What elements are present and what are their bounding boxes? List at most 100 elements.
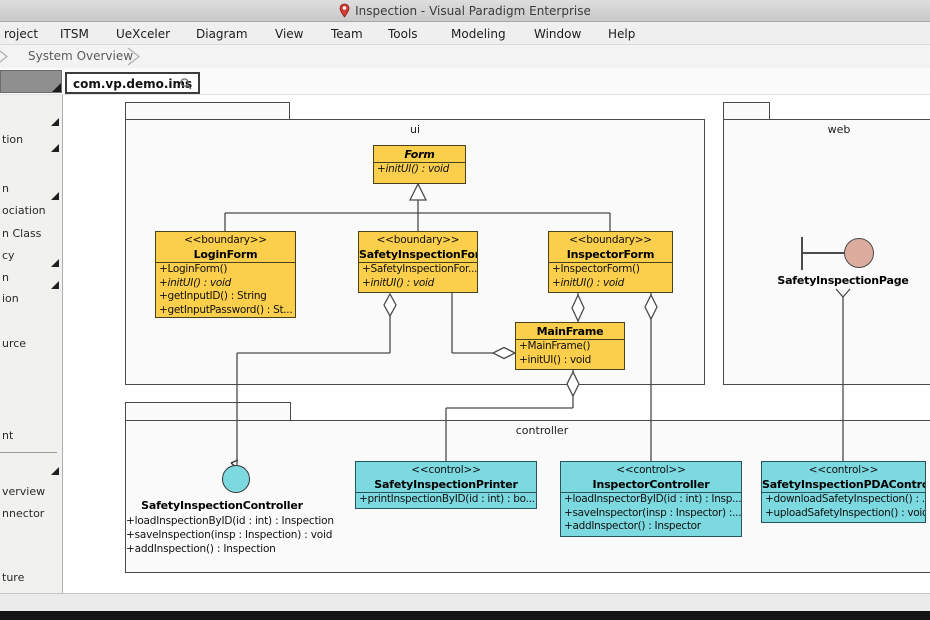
class-header: <<boundary>> SafetyInspectionFor	[359, 232, 477, 263]
class-name: InspectorController	[561, 477, 741, 492]
palette-tool-2[interactable]: n	[2, 182, 9, 195]
title-bar: Inspection - Visual Paradigm Enterprise	[0, 0, 930, 22]
class-operation: +downloadSafetyInspection() : ...	[762, 493, 925, 507]
boundary-symbol-label: SafetyInspectionPage	[763, 274, 923, 287]
package-web-label: web	[819, 123, 859, 136]
menu-bar: roject ITSM UeXceler Diagram View Team T…	[0, 22, 930, 45]
symbol-operation: +loadInspectionByID(id : int) : Inspecti…	[126, 515, 334, 527]
menu-uexceler[interactable]: UeXceler	[112, 25, 174, 43]
menu-diagram[interactable]: Diagram	[192, 25, 252, 43]
boundary-symbol-bar	[802, 252, 844, 254]
boundary-symbol-bar	[801, 237, 803, 270]
breadcrumb-current[interactable]: System Overview	[28, 49, 133, 63]
class-mainframe[interactable]: MainFrame +MainFrame() +initUI() : void	[515, 322, 625, 370]
status-bar	[0, 593, 930, 611]
app-pin-icon	[339, 3, 350, 18]
package-web-tab[interactable]	[723, 102, 770, 120]
class-header: Form	[374, 146, 465, 163]
class-header: MainFrame	[516, 323, 624, 340]
bottom-dock-strip	[0, 611, 930, 620]
class-safetyinspectionform[interactable]: <<boundary>> SafetyInspectionFor +Safety…	[358, 231, 478, 293]
class-operation: +initUI() : void	[374, 163, 465, 177]
class-header: <<boundary>> LoginForm	[156, 232, 295, 263]
magnifier-icon[interactable]	[179, 77, 193, 91]
palette-tool-13[interactable]: ture	[2, 571, 24, 584]
class-operation: +addInspector() : Inspector	[561, 520, 741, 534]
class-loginform[interactable]: <<boundary>> LoginForm +LoginForm() +ini…	[155, 231, 296, 318]
tool-corner-triangle[interactable]	[51, 281, 59, 289]
class-operation: +loadInspectorByID(id : int) : Insp...	[561, 493, 741, 507]
class-name: SafetyInspectionPrinter	[356, 477, 536, 492]
package-ui-tab[interactable]	[125, 102, 290, 120]
tool-corner-triangle[interactable]	[51, 144, 59, 152]
palette-tool-7[interactable]: ion	[2, 292, 19, 305]
symbol-operation: +addInspection() : Inspection	[126, 543, 276, 555]
menu-view[interactable]: View	[271, 25, 307, 43]
class-form[interactable]: Form +initUI() : void	[373, 145, 466, 184]
menu-help[interactable]: Help	[604, 25, 639, 43]
tool-corner-triangle[interactable]	[51, 192, 59, 200]
class-header: <<boundary>> InspectorForm	[549, 232, 672, 263]
diagram-tool-palette: tion n ociation n Class cy n ion urce nt…	[0, 95, 63, 593]
class-inspectorcontroller[interactable]: <<control>> InspectorController +loadIns…	[560, 461, 742, 537]
palette-divider	[0, 452, 57, 453]
model-thumbnail-box[interactable]	[0, 70, 62, 93]
class-safetyinspectionpdacontroller[interactable]: <<control>> SafetyInspectionPDAControlle…	[761, 461, 926, 523]
class-operation: +getInputID() : String	[156, 290, 295, 304]
class-name: SafetyInspectionFor	[359, 247, 477, 262]
stereotype: <<control>>	[561, 463, 741, 477]
palette-tool-6[interactable]: n	[2, 271, 9, 284]
palette-tool-12[interactable]: nnector	[2, 507, 44, 520]
palette-tool-5[interactable]: cy	[2, 249, 15, 262]
application-window: Inspection - Visual Paradigm Enterprise …	[0, 0, 930, 620]
palette-tool-9[interactable]: nt	[2, 429, 13, 442]
control-symbol-safetyinspectioncontroller[interactable]	[222, 465, 250, 493]
menu-tools[interactable]: Tools	[384, 25, 422, 43]
class-operation: +MainFrame()	[516, 340, 624, 354]
class-name: MainFrame	[516, 324, 624, 339]
symbol-operation: +saveInspection(insp : Inspection) : voi…	[126, 529, 332, 541]
palette-tool-1[interactable]: tion	[2, 133, 23, 146]
palette-tool-3[interactable]: ociation	[2, 204, 46, 217]
tool-corner-triangle[interactable]	[51, 118, 59, 126]
menu-project[interactable]: roject	[0, 25, 42, 43]
stereotype: <<control>>	[356, 463, 536, 477]
palette-tool-4[interactable]: n Class	[2, 227, 41, 240]
class-name: Form	[374, 147, 465, 162]
menu-window[interactable]: Window	[530, 25, 585, 43]
class-safetyinspectionprinter[interactable]: <<control>> SafetyInspectionPrinter +pri…	[355, 461, 537, 509]
class-operation: +getInputPassword() : St...	[156, 304, 295, 318]
class-operation: +initUI() : void	[359, 277, 477, 291]
class-header: <<control>> InspectorController	[561, 462, 741, 493]
stereotype: <<boundary>>	[359, 233, 477, 247]
tool-corner-triangle[interactable]	[51, 467, 59, 475]
package-controller-label: controller	[512, 424, 572, 437]
class-operation: +SafetyInspectionFor...	[359, 263, 477, 277]
stereotype: <<boundary>>	[549, 233, 672, 247]
class-name: InspectorForm	[549, 247, 672, 262]
class-operation: +printInspectionByID(id : int) : bo...	[356, 493, 536, 507]
palette-tool-11[interactable]: verview	[2, 485, 45, 498]
class-operation: +initUI() : void	[516, 354, 624, 368]
menu-modeling[interactable]: Modeling	[447, 25, 510, 43]
boundary-symbol-safetyinspectionpage[interactable]	[844, 238, 874, 268]
class-operation: +uploadSafetyInspection() : void	[762, 507, 925, 521]
palette-tool-8[interactable]: urce	[2, 337, 26, 350]
tool-corner-triangle[interactable]	[51, 259, 59, 267]
class-operation: +LoginForm()	[156, 263, 295, 277]
breadcrumb: System Overview	[0, 45, 930, 68]
class-name: LoginForm	[156, 247, 295, 262]
class-inspectorform[interactable]: <<boundary>> InspectorForm +InspectorFor…	[548, 231, 673, 293]
class-header: <<control>> SafetyInspectionPrinter	[356, 462, 536, 493]
control-symbol-label: SafetyInspectionController	[112, 499, 332, 512]
class-operation: +saveInspector(insp : Inspector) :...	[561, 507, 741, 521]
tab-strip: com.vp.demo.ims	[0, 68, 930, 95]
window-title: Inspection - Visual Paradigm Enterprise	[355, 4, 591, 18]
fold-corner-icon	[52, 83, 61, 92]
menu-itsm[interactable]: ITSM	[56, 25, 93, 43]
class-name: SafetyInspectionPDAControlle	[762, 477, 925, 492]
package-ui-label: ui	[126, 123, 704, 136]
class-operation: +initUI() : void	[156, 277, 295, 291]
menu-team[interactable]: Team	[327, 25, 367, 43]
package-controller-tab[interactable]	[125, 402, 291, 421]
